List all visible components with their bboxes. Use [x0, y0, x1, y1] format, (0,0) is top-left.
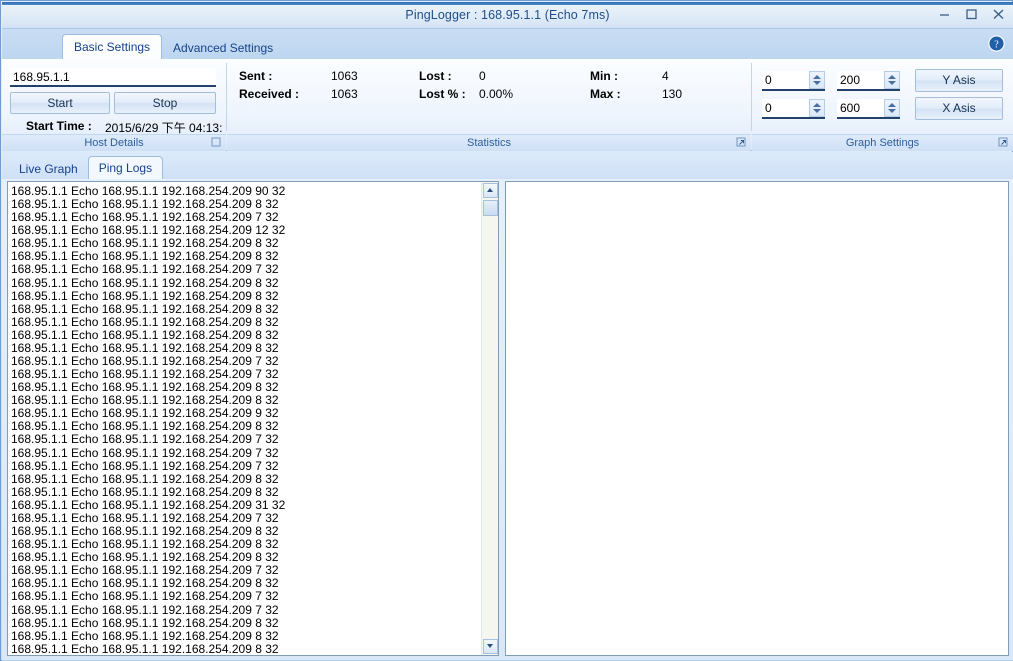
lower-tabs: Live Graph Ping Logs [9, 156, 164, 179]
y-min-spinner[interactable]: 0 [762, 71, 825, 91]
lost-percent-value: 0.00% [479, 87, 514, 101]
stop-button[interactable]: Stop [114, 92, 216, 114]
y-axis-button[interactable]: Y Asis [915, 69, 1003, 92]
host-details-dialog-launcher-icon[interactable] [211, 137, 222, 148]
log-line: 168.95.1.1 Echo 168.95.1.1 192.168.254.2… [11, 471, 279, 486]
graph-panel[interactable] [505, 181, 1009, 656]
window-frame: PingLogger : 168.95.1.1 (Echo 7ms) Basic… [0, 0, 1013, 661]
y-min-value: 0 [765, 73, 772, 87]
tab-basic-settings[interactable]: Basic Settings [62, 34, 163, 59]
ribbon-body: Start Stop Start Time : 2015/6/29 下午 04:… [2, 59, 1013, 151]
x-max-spinner[interactable]: 600 [837, 99, 900, 119]
log-line: 168.95.1.1 Echo 168.95.1.1 192.168.254.2… [11, 641, 279, 655]
ping-log-scrollbar[interactable] [481, 182, 498, 655]
log-line: 168.95.1.1 Echo 168.95.1.1 192.168.254.2… [11, 314, 279, 329]
group-host-details: Start Stop Start Time : 2015/6/29 下午 04:… [2, 59, 226, 151]
y-max-spinner[interactable]: 200 [837, 71, 900, 91]
received-label: Received : [239, 87, 300, 101]
x-axis-button[interactable]: X Asis [915, 97, 1003, 120]
help-icon[interactable]: ? [988, 35, 1005, 52]
log-line: 168.95.1.1 Echo 168.95.1.1 192.168.254.2… [11, 615, 279, 630]
log-line: 168.95.1.1 Echo 168.95.1.1 192.168.254.2… [11, 432, 279, 447]
log-line: 168.95.1.1 Echo 168.95.1.1 192.168.254.2… [11, 445, 279, 460]
host-details-caption: Host Details [2, 134, 226, 151]
statistics-caption: Statistics [227, 134, 751, 151]
svg-text:?: ? [994, 39, 999, 50]
maximize-icon[interactable] [963, 6, 980, 22]
start-time-label: Start Time : [26, 119, 92, 133]
close-icon[interactable] [990, 6, 1007, 22]
max-label: Max : [590, 87, 621, 101]
title-bar: PingLogger : 168.95.1.1 (Echo 7ms) [2, 2, 1013, 29]
tab-ping-logs[interactable]: Ping Logs [87, 156, 164, 179]
min-value: 4 [662, 69, 669, 83]
log-line: 168.95.1.1 Echo 168.95.1.1 192.168.254.2… [11, 497, 286, 512]
log-line: 168.95.1.1 Echo 168.95.1.1 192.168.254.2… [11, 589, 279, 604]
window-controls [936, 6, 1007, 22]
group-statistics: Sent : 1063 Received : 1063 Lost : 0 Los… [227, 59, 751, 151]
x-max-spinner-arrows-icon[interactable] [884, 99, 900, 117]
log-line: 168.95.1.1 Echo 168.95.1.1 192.168.254.2… [11, 301, 279, 316]
min-label: Min : [590, 69, 618, 83]
log-line: 168.95.1.1 Echo 168.95.1.1 192.168.254.2… [11, 602, 279, 617]
lower-tab-strip: Live Graph Ping Logs [2, 152, 1013, 179]
host-ip-input[interactable] [10, 68, 216, 87]
y-max-value: 200 [840, 73, 861, 87]
start-button[interactable]: Start [10, 92, 110, 114]
tab-advanced-settings[interactable]: Advanced Settings [162, 38, 284, 59]
minimize-icon[interactable] [936, 6, 953, 22]
lost-percent-label: Lost % : [419, 87, 466, 101]
log-line: 168.95.1.1 Echo 168.95.1.1 192.168.254.2… [11, 327, 279, 342]
ping-log-list[interactable]: 168.95.1.1 Echo 168.95.1.1 192.168.254.2… [8, 182, 482, 655]
max-value: 130 [662, 87, 683, 101]
x-min-spinner[interactable]: 0 [762, 99, 825, 119]
log-line: 168.95.1.1 Echo 168.95.1.1 192.168.254.2… [11, 458, 279, 473]
x-min-value: 0 [765, 101, 772, 115]
ping-log-panel: 168.95.1.1 Echo 168.95.1.1 192.168.254.2… [7, 181, 499, 656]
content-area: 168.95.1.1 Echo 168.95.1.1 192.168.254.2… [2, 179, 1013, 660]
group-graph-settings: 0 200 0 600 Y Asis X Asis Graph Settings [752, 59, 1013, 151]
x-max-value: 600 [840, 101, 861, 115]
y-max-spinner-arrows-icon[interactable] [884, 71, 900, 89]
log-line: 168.95.1.1 Echo 168.95.1.1 192.168.254.2… [11, 262, 279, 277]
log-line: 168.95.1.1 Echo 168.95.1.1 192.168.254.2… [11, 484, 279, 499]
graph-settings-caption: Graph Settings [752, 134, 1013, 151]
ribbon-tab-strip: Basic Settings Advanced Settings ? [2, 29, 1013, 59]
statistics-dialog-launcher-icon[interactable] [736, 137, 747, 148]
lost-label: Lost : [419, 69, 452, 83]
ribbon-tabs: Basic Settings Advanced Settings [62, 34, 284, 59]
scroll-down-icon[interactable] [483, 639, 498, 654]
sent-label: Sent : [239, 69, 273, 83]
scrollbar-thumb[interactable] [483, 200, 498, 216]
log-line: 168.95.1.1 Echo 168.95.1.1 192.168.254.2… [11, 275, 279, 290]
tab-live-graph[interactable]: Live Graph [9, 159, 88, 179]
lost-value: 0 [479, 69, 486, 83]
log-line: 168.95.1.1 Echo 168.95.1.1 192.168.254.2… [11, 628, 279, 643]
x-min-spinner-arrows-icon[interactable] [809, 99, 825, 117]
log-line: 168.95.1.1 Echo 168.95.1.1 192.168.254.2… [11, 288, 279, 303]
y-min-spinner-arrows-icon[interactable] [809, 71, 825, 89]
sent-value: 1063 [331, 69, 358, 83]
title-accent-bar [2, 2, 1013, 5]
received-value: 1063 [331, 87, 358, 101]
scroll-up-icon[interactable] [483, 183, 498, 198]
graph-settings-dialog-launcher-icon[interactable] [998, 137, 1009, 148]
window-title: PingLogger : 168.95.1.1 (Echo 7ms) [405, 8, 610, 22]
ping-logger-window: PingLogger : 168.95.1.1 (Echo 7ms) Basic… [0, 0, 1013, 661]
